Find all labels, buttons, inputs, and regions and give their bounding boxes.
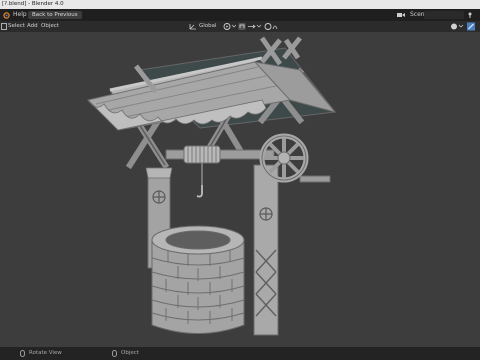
- crank-handle: [299, 175, 331, 183]
- left-post-ornament: [152, 190, 166, 204]
- status-object: Object: [121, 350, 139, 356]
- back-to-previous-button[interactable]: Back to Previous: [28, 11, 82, 19]
- well-cylinder: [151, 225, 245, 334]
- transform-orientation-icon[interactable]: [189, 23, 197, 30]
- rope-coil: [183, 145, 221, 164]
- mouse-icon: [20, 350, 25, 357]
- viewport-shading-icon[interactable]: [448, 22, 480, 31]
- status-rotate-view: Rotate View: [29, 350, 62, 356]
- editor-type-icon[interactable]: [1, 23, 7, 30]
- top-bar: Help Back to Previous Scene: [0, 9, 480, 21]
- crank-wheel: [259, 133, 309, 183]
- snap-icon[interactable]: [238, 22, 262, 31]
- proportional-edit-icon[interactable]: [264, 22, 280, 31]
- wishing-well-model[interactable]: [0, 32, 480, 347]
- window-title-bar: [?.blend] - Blender 4.0: [0, 0, 480, 9]
- hook: [196, 185, 203, 198]
- right-post-ornament: [259, 207, 273, 221]
- transform-orientation-dropdown[interactable]: Global: [199, 21, 217, 32]
- pin-icon[interactable]: [466, 11, 474, 19]
- blender-logo-icon[interactable]: [2, 11, 10, 19]
- menu-select[interactable]: Select: [8, 21, 25, 32]
- window-title: [?.blend] - Blender 4.0: [2, 1, 64, 7]
- 3d-viewport[interactable]: [0, 32, 480, 347]
- scene-selector[interactable]: [424, 11, 464, 19]
- transform-pivot-icon[interactable]: [222, 22, 236, 31]
- mouse-icon: [112, 350, 117, 357]
- menu-help[interactable]: Help: [13, 9, 27, 21]
- well-opening: [165, 230, 231, 250]
- scene-icon[interactable]: [396, 11, 406, 19]
- status-bar: Rotate View Object: [0, 347, 480, 360]
- menu-add[interactable]: Add: [27, 21, 38, 32]
- right-post: [253, 164, 279, 336]
- menu-object[interactable]: Object: [41, 21, 59, 32]
